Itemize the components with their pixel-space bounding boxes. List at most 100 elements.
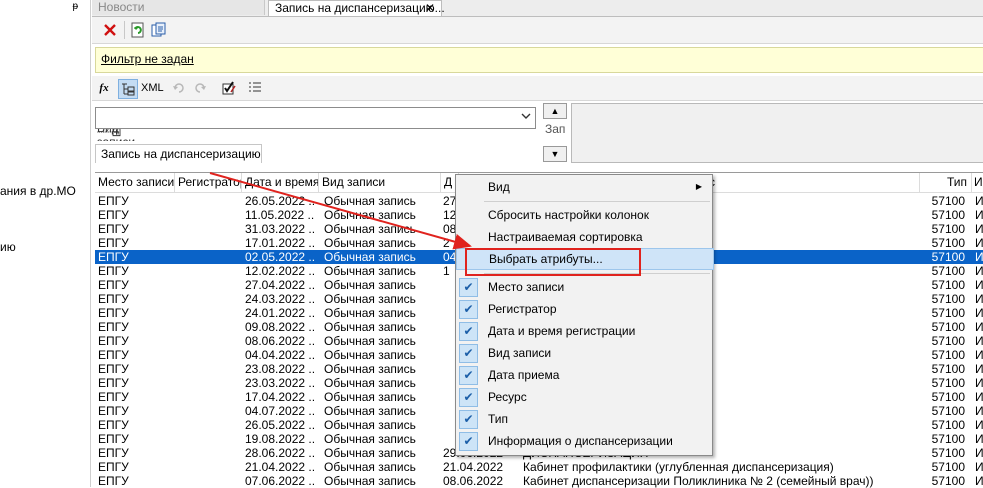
column-header-resurs[interactable]: с	[706, 173, 920, 192]
checkmark-icon: ✔	[459, 322, 478, 341]
grouping-button[interactable]	[118, 79, 138, 99]
cell-date: 27.04.2022 ...	[245, 278, 315, 292]
toolbar-divider	[124, 21, 125, 39]
cell-date: 12.02.2022 ...	[245, 264, 315, 278]
filter-link[interactable]: Фильтр не задан	[101, 52, 194, 66]
left-pane: ᵽ ания в др.МО ию	[0, 0, 91, 487]
cell-mesto: ЕПГУ	[98, 348, 129, 362]
move-down-button[interactable]: ▼	[543, 146, 567, 162]
cell-tip: 57100	[931, 292, 965, 306]
checkmark-icon: ✔	[459, 410, 478, 429]
menu-item-column-toggle[interactable]: ✔ Вид записи	[456, 342, 712, 364]
cell-info: И	[975, 194, 983, 208]
cell-tip: 57100	[931, 236, 965, 250]
delete-button[interactable]	[101, 21, 119, 39]
tab-dispanserization[interactable]: Запись на диспансеризацию... ✕	[268, 0, 445, 16]
cell-mesto: ЕПГУ	[98, 264, 129, 278]
cell-date: 02.05.2022 ...	[245, 250, 315, 264]
menu-item-column-toggle[interactable]: ✔ Тип	[456, 408, 712, 430]
column-header-mesto[interactable]: Место записи	[95, 173, 175, 192]
left-pane-item[interactable]: ию	[0, 240, 16, 254]
highlight-box	[465, 248, 641, 276]
zap-label: Зап	[545, 122, 566, 136]
menu-item-reset-columns[interactable]: Сбросить настройки колонок	[456, 204, 712, 226]
cell-tip: 57100	[931, 320, 965, 334]
table-row[interactable]: ЕПГУ 07.06.2022 ... Обычная запись 08.06.20…	[95, 474, 983, 488]
cell-info: И	[975, 446, 983, 460]
cell-date: 24.03.2022 ...	[245, 292, 315, 306]
cell-mesto: ЕПГУ	[98, 418, 129, 432]
cell-info: И	[975, 474, 983, 488]
menu-item-custom-sort[interactable]: Настраиваемая сортировка	[456, 226, 712, 248]
menu-item-column-toggle[interactable]: ✔ Место записи	[456, 276, 712, 298]
copy-button[interactable]	[150, 21, 168, 39]
cell-mesto: ЕПГУ	[98, 306, 129, 320]
checkmark-icon: ✔	[459, 278, 478, 297]
cell-date: 26.05.2022 ...	[245, 418, 315, 432]
cell-tip: 57100	[931, 222, 965, 236]
cell-info: И	[975, 362, 983, 376]
column-header-date[interactable]: Дата и время...	[242, 173, 319, 192]
cell-tip: 57100	[931, 348, 965, 362]
move-up-button[interactable]: ▲	[543, 103, 567, 119]
left-pane-item[interactable]: ания в др.МО	[0, 184, 76, 198]
cell-date: 04.07.2022 ...	[245, 404, 315, 418]
menu-item-column-toggle[interactable]: ✔ Дата и время регистрации	[456, 320, 712, 342]
subtab-dispanserization[interactable]: Запись на диспансеризацию	[95, 144, 262, 163]
menu-item-view[interactable]: Вид ▶	[456, 176, 712, 198]
checkmark-icon: ✔	[459, 300, 478, 319]
cell-vid: Обычная запись	[324, 362, 416, 376]
close-icon[interactable]: ✕	[425, 1, 435, 16]
checklist-icon	[222, 81, 236, 95]
menu-item-column-toggle[interactable]: ✔ Регистратор	[456, 298, 712, 320]
cell-tip: 57100	[931, 446, 965, 460]
cell-date: 04.04.2022 ...	[245, 348, 315, 362]
column-header-tip[interactable]: Тип	[918, 173, 972, 192]
table-row[interactable]: ЕПГУ 21.04.2022 ... Обычная запись 21.04.20…	[95, 460, 983, 474]
menu-item-column-toggle[interactable]: ✔ Информация о диспансеризации	[456, 430, 712, 452]
cell-mesto: ЕПГУ	[98, 292, 129, 306]
cell-info: И	[975, 222, 983, 236]
menu-item-column-toggle[interactable]: ✔ Ресурс	[456, 386, 712, 408]
redo-button[interactable]	[192, 79, 208, 97]
cell-vid: Обычная запись	[324, 474, 416, 488]
column-header-info[interactable]: И	[971, 173, 983, 192]
check-list-button[interactable]	[220, 79, 238, 97]
attribute-select[interactable]	[95, 107, 536, 129]
cell-mesto: ЕПГУ	[98, 460, 129, 474]
column-header-registrator[interactable]: Регистратор	[175, 173, 242, 192]
chevron-right-icon: ▶	[695, 182, 702, 191]
undo-button[interactable]	[171, 79, 187, 97]
refresh-button[interactable]	[129, 21, 147, 39]
cell-date: 23.03.2022 ...	[245, 376, 315, 390]
attribute-tree-item[interactable]: ┈┈⊞ Вид записи	[97, 129, 135, 141]
menu-item-label: Дата и время регистрации	[488, 324, 636, 338]
menu-item-column-toggle[interactable]: ✔ Дата приема	[456, 364, 712, 386]
cell-resurs: Кабинет диспансеризации Поликлиника № 2 …	[523, 474, 874, 488]
checkmark-icon: ✔	[459, 432, 478, 451]
pin-icon[interactable]: ᵽ	[72, 1, 78, 12]
cell-date: 31.03.2022 ...	[245, 222, 315, 236]
cell-mesto: ЕПГУ	[98, 446, 129, 460]
cell-vid: Обычная запись	[324, 320, 416, 334]
cell-info: И	[975, 432, 983, 446]
menu-item-label: Регистратор	[488, 302, 557, 316]
cell-info: И	[975, 334, 983, 348]
checkmark-icon: ✔	[459, 344, 478, 363]
formula-button[interactable]: fx	[96, 79, 112, 97]
cell-tip: 57100	[931, 362, 965, 376]
cell-tip: 57100	[931, 432, 965, 446]
undo-icon	[173, 83, 184, 93]
cell-info: И	[975, 208, 983, 222]
xml-button[interactable]: XML	[141, 79, 164, 97]
cell-vid: Обычная запись	[324, 194, 416, 208]
cell-vid: Обычная запись	[324, 418, 416, 432]
column-header-vid[interactable]: Вид записи	[319, 173, 441, 192]
list-button[interactable]	[246, 79, 264, 97]
cell-date: 09.08.2022 ...	[245, 320, 315, 334]
cell-mesto: ЕПГУ	[98, 404, 129, 418]
tab-news[interactable]: Новости	[92, 0, 265, 15]
preview-panel	[571, 103, 983, 163]
cell-info: И	[975, 278, 983, 292]
cell-tip: 57100	[931, 334, 965, 348]
